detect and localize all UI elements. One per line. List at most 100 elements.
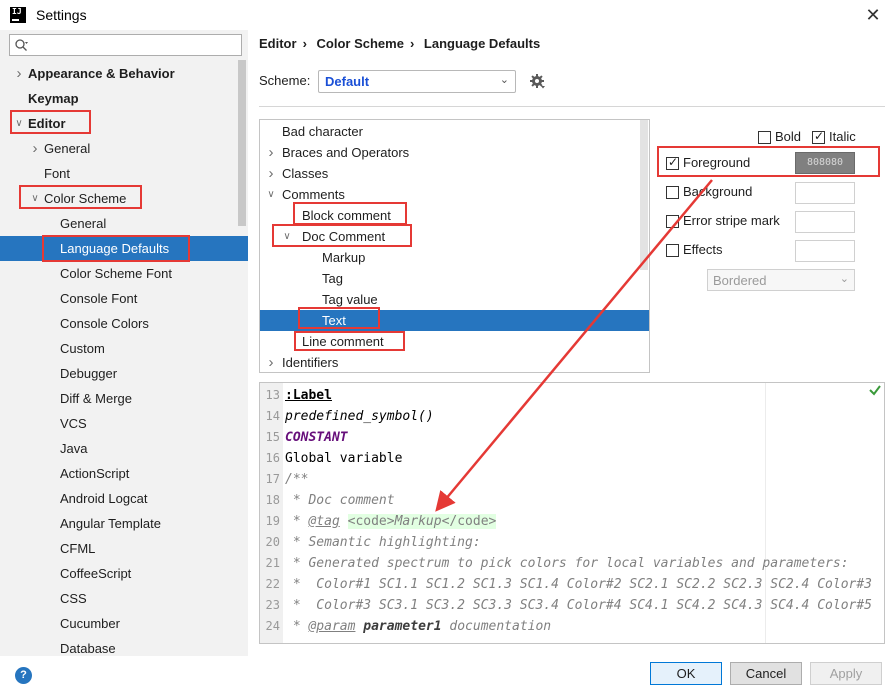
italic-checkbox[interactable] [812,129,825,144]
code-text: * Color#3 SC3.1 SC3.2 SC3.3 SC3.4 Color#… [285,595,872,616]
sidebar-item[interactable]: General [0,211,248,236]
doc-markup-text: Markup [394,514,442,529]
sidebar-item-label: Java [60,441,88,456]
code-token: * Doc comment [285,493,395,508]
ok-button[interactable]: OK [650,662,722,685]
doc-tag: @tag [308,514,340,529]
sidebar-item[interactable]: Database [0,636,248,661]
code-text: * @param parameter1 documentation [285,616,551,637]
sidebar-item[interactable]: Diff & Merge [0,386,248,411]
sidebar-item-label: Cucumber [60,616,120,631]
line-number: 18 [265,493,280,507]
sidebar-item[interactable]: › Appearance & Behavior [0,61,248,86]
line-number: 14 [265,409,280,423]
error-stripe-color-swatch[interactable] [795,211,855,233]
sidebar-item[interactable]: ActionScript [0,461,248,486]
window-title: Settings [36,7,87,23]
code-line: 16 Global variable [260,448,884,469]
sidebar-item-label: Custom [60,341,105,356]
sidebar-item[interactable]: Angular Template [0,511,248,536]
scheme-label: Scheme: [259,73,311,88]
code-text: * Doc comment [285,490,395,511]
element-tree-scrollbar[interactable] [640,120,648,270]
code-token: :Label [285,388,332,403]
sidebar-item[interactable]: › General [0,136,248,161]
intellij-idea-icon: IJ [10,7,26,23]
sidebar-item-label: Console Colors [60,316,149,331]
code-line: 15 CONSTANT [260,427,884,448]
code-line: 20 * Semantic highlighting: [260,532,884,553]
sidebar-item[interactable]: Android Logcat [0,486,248,511]
element-tree-item[interactable]: › Classes [260,163,649,184]
sidebar-item[interactable]: Console Colors [0,311,248,336]
sidebar-item[interactable]: Console Font [0,286,248,311]
annotation-box-doc-comment [272,224,412,247]
doc-tag: @param [308,619,356,634]
sidebar-item[interactable]: Debugger [0,361,248,386]
bold-checkbox[interactable] [758,131,771,144]
gear-icon[interactable] [529,73,546,90]
sidebar-item[interactable]: Cucumber [0,611,248,636]
chevron-right-icon[interactable]: › [266,352,276,372]
breadcrumb-separator: › [302,36,307,51]
chevron-right-icon[interactable]: › [266,142,276,163]
header-divider [259,106,885,107]
sidebar-item[interactable]: Custom [0,336,248,361]
code-preview[interactable]: 13:Label 14 predefined_symbol() 15 CONSTANT 1… [259,382,885,644]
code-token: predefined_symbol() [285,409,434,424]
element-tree-item[interactable]: Markup [260,247,649,268]
annotation-box-block-comment [293,202,407,225]
sidebar-item[interactable]: VCS [0,411,248,436]
line-number: 17 [265,472,280,486]
title-bar [0,0,896,30]
breadcrumb-separator: › [409,36,415,51]
chevron-right-icon[interactable]: › [14,61,24,86]
chevron-right-icon[interactable]: › [266,163,276,184]
sidebar-scrollbar[interactable] [238,60,246,226]
breadcrumb: Editor › Color Scheme › Language Defaults [259,36,546,54]
close-icon[interactable]: ✕ [862,4,884,26]
sidebar-item[interactable]: Color Scheme Font [0,261,248,286]
cancel-button[interactable]: Cancel [730,662,802,685]
sidebar-item[interactable]: Java [0,436,248,461]
apply-button[interactable]: Apply [810,662,882,685]
annotation-box-color-scheme [19,185,142,209]
chevron-down-icon[interactable]: ∨ [266,184,276,205]
effects-type-dropdown[interactable]: Bordered ⌄ [707,269,855,291]
scheme-value: Default [325,74,370,89]
effects-checkbox[interactable] [666,244,679,257]
error-stripe-checkbox[interactable] [666,215,679,228]
doc-prefix: * [285,514,309,529]
chevron-right-icon[interactable]: › [30,136,40,161]
background-color-swatch[interactable] [795,182,855,204]
element-tree-item[interactable]: Bad character [260,121,649,142]
sidebar-item[interactable]: CSS [0,586,248,611]
sidebar-item[interactable]: Keymap [0,86,248,111]
sidebar-item[interactable]: CoffeeScript [0,561,248,586]
help-icon[interactable]: ? [15,667,32,684]
effects-color-swatch[interactable] [795,240,855,262]
element-tree-item[interactable]: › Braces and Operators [260,142,649,163]
element-tree-item[interactable]: Tag [260,268,649,289]
scheme-dropdown[interactable]: Default ⌄ [318,70,516,93]
code-text: :Label [285,385,332,406]
sidebar-item-label: Keymap [28,91,79,106]
error-stripe-label: Error stripe mark [683,213,780,228]
annotation-box-text [298,307,380,329]
doc-markup-close: </code> [441,514,497,529]
inspection-ok-check-icon [869,385,881,396]
search-input[interactable] [9,34,242,56]
background-checkbox[interactable] [666,186,679,199]
effects-label: Effects [683,242,723,257]
background-label: Background [683,184,753,199]
element-tree-item[interactable]: › Identifiers [260,352,649,372]
element-tree-label: Tag [322,271,343,286]
line-number: 19 [265,514,280,528]
sidebar-item[interactable]: CFML [0,536,248,561]
sidebar-item[interactable]: Font [0,161,248,186]
breadcrumb-editor[interactable]: Editor [259,36,297,51]
element-tree-label: Bad character [282,124,363,139]
line-number: 21 [265,556,280,570]
breadcrumb-color-scheme[interactable]: Color Scheme [317,36,404,51]
sidebar-item-label: CoffeeScript [60,566,132,581]
